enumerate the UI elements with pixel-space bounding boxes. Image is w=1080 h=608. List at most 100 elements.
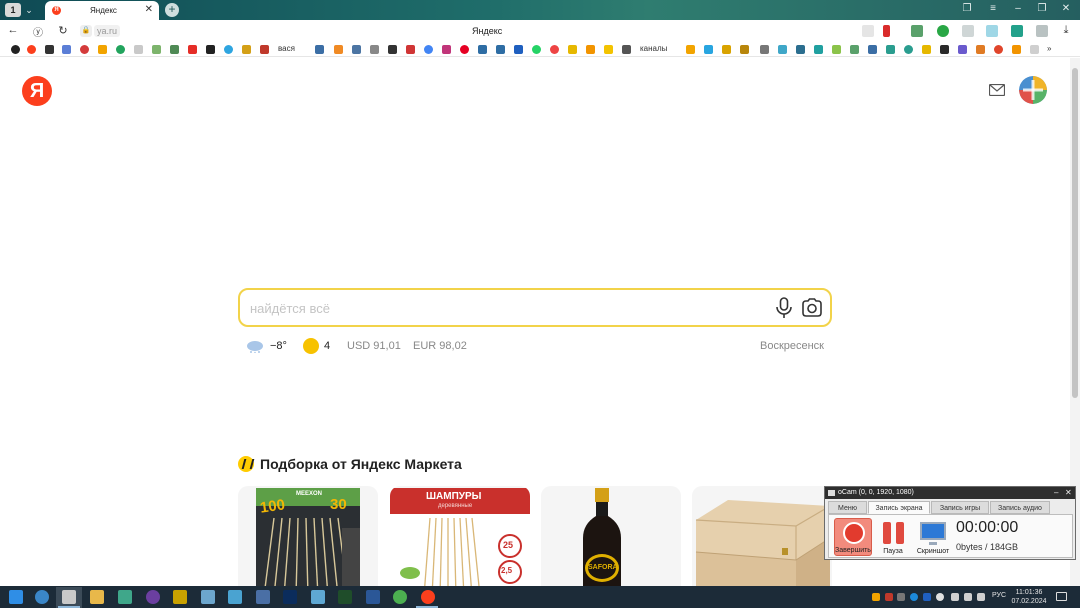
bookmark-favicon-icon[interactable] [334, 45, 343, 54]
search-input[interactable] [250, 298, 750, 318]
bookmark-favicon-icon[interactable] [370, 45, 379, 54]
mail-icon[interactable] [989, 84, 1005, 96]
app-icon[interactable] [118, 590, 132, 604]
product-card[interactable] [692, 486, 832, 586]
bookmark-favicon-icon[interactable] [796, 45, 805, 54]
app-icon[interactable] [201, 590, 215, 604]
photoshop-icon[interactable] [283, 590, 297, 604]
tab-screen-record[interactable]: Запись экрана [868, 501, 930, 514]
new-tab-button[interactable]: + [165, 3, 179, 17]
tray-icon[interactable] [910, 593, 918, 601]
tray-icon[interactable] [885, 593, 893, 601]
chevron-down-icon[interactable]: ⌄ [22, 3, 36, 17]
bookmark-favicon-icon[interactable] [604, 45, 613, 54]
app-icon[interactable] [62, 590, 76, 604]
bookmark-favicon-icon[interactable] [568, 45, 577, 54]
bookmark-favicon-icon[interactable] [622, 45, 631, 54]
usd-rate[interactable]: USD 91,01 [347, 340, 401, 352]
ocam-title-bar[interactable]: oCam (0, 0, 1920, 1080) – ✕ [825, 487, 1075, 499]
camera-search-icon[interactable] [801, 298, 823, 318]
tray-icon[interactable] [936, 593, 944, 601]
bookmark-favicon-icon[interactable] [315, 45, 324, 54]
tray-icon[interactable] [923, 593, 931, 601]
bookmark-favicon-icon[interactable] [994, 45, 1003, 54]
bookmark-favicon-icon[interactable] [242, 45, 251, 54]
system-clock[interactable]: 11:01:36 07.02.2024 [1010, 588, 1048, 606]
bookmark-favicon-icon[interactable] [850, 45, 859, 54]
bookmark-favicon-icon[interactable] [686, 45, 695, 54]
bookmark-favicon-icon[interactable] [704, 45, 713, 54]
share-icon[interactable] [962, 25, 974, 37]
bookmark-favicon-icon[interactable] [442, 45, 451, 54]
minimize-icon[interactable]: – [1054, 487, 1058, 499]
app-icon[interactable] [311, 590, 325, 604]
avatar[interactable] [1019, 76, 1047, 104]
app-icon[interactable] [366, 590, 380, 604]
traffic-icon[interactable] [303, 338, 319, 354]
input-language[interactable]: РУС [992, 592, 1006, 599]
microphone-icon[interactable] [774, 297, 794, 319]
tab-menu[interactable]: Меню [828, 501, 867, 514]
temperature[interactable]: −8° [270, 340, 287, 352]
bookmark-favicon-icon[interactable] [1030, 45, 1039, 54]
dreamweaver-icon[interactable] [338, 590, 352, 604]
bookmark-favicon-icon[interactable] [904, 45, 913, 54]
market-section-title[interactable]: Подборка от Яндекс Маркета [238, 456, 462, 472]
tab-game-record[interactable]: Запись игры [931, 501, 989, 514]
bookmark-favicon-icon[interactable] [976, 45, 985, 54]
bookmark-favicon-icon[interactable] [496, 45, 505, 54]
screenshot-button[interactable]: Скриншот [914, 518, 952, 556]
extension-icon[interactable] [911, 25, 923, 37]
bookmark-favicon-icon[interactable] [886, 45, 895, 54]
bookmark-folder-label[interactable]: вася [278, 44, 295, 53]
vpn-icon[interactable] [1011, 25, 1023, 37]
bookmark-favicon-icon[interactable] [80, 45, 89, 54]
restore-icon[interactable]: ❐ [1035, 3, 1049, 14]
youtube-icon[interactable] [188, 45, 197, 54]
product-card[interactable]: MEEXON 100 30 [238, 486, 378, 586]
chrome-icon[interactable] [393, 590, 407, 604]
yandex-logo[interactable]: Я [22, 76, 52, 106]
tab-audio-record[interactable]: Запись аудио [990, 501, 1050, 514]
bookmark-favicon-icon[interactable] [98, 45, 107, 54]
network-icon[interactable] [951, 593, 959, 601]
bookmarks-overflow-icon[interactable]: » [1047, 44, 1051, 53]
collections-icon[interactable]: ❐ [960, 3, 974, 14]
bookmark-favicon-icon[interactable] [832, 45, 841, 54]
yandex-browser-icon[interactable] [421, 590, 435, 604]
close-window-icon[interactable]: ✕ [1059, 3, 1073, 14]
stop-record-button[interactable]: Завершить [834, 518, 872, 556]
app-icon[interactable] [228, 590, 242, 604]
whatsapp-icon[interactable] [532, 45, 541, 54]
product-card[interactable]: ШАМПУРЫ деревянные 25 2,5 [390, 486, 530, 586]
bookmark-favicon-icon[interactable] [514, 45, 523, 54]
bookmark-favicon-icon[interactable] [922, 45, 931, 54]
bookmark-favicon-icon[interactable] [1012, 45, 1021, 54]
pinterest-icon[interactable] [460, 45, 469, 54]
close-tab-icon[interactable]: ✕ [145, 4, 153, 15]
bookmark-favicon-icon[interactable] [11, 45, 20, 54]
pause-button[interactable]: Пауза [874, 518, 912, 556]
yandex-shield-icon[interactable]: ⓨ [31, 24, 45, 39]
bookmark-favicon-icon[interactable] [868, 45, 877, 54]
scrollbar-thumb[interactable] [1072, 68, 1078, 398]
bookmark-favicon-icon[interactable] [586, 45, 595, 54]
menu-icon[interactable]: ≡ [986, 3, 1000, 14]
lock-icon[interactable]: 🔒 [80, 25, 92, 37]
bookmark-favicon-icon[interactable] [260, 45, 269, 54]
notifications-icon[interactable] [1056, 592, 1067, 601]
bookmark-favicon-icon[interactable] [224, 45, 233, 54]
reload-icon[interactable]: ↻ [56, 24, 70, 37]
bookmark-favicon-icon[interactable] [478, 45, 487, 54]
volume-icon[interactable] [964, 593, 972, 601]
back-icon[interactable]: ← [6, 24, 20, 36]
city-name[interactable]: Воскресенск [760, 340, 824, 352]
bookmark-favicon-icon[interactable] [27, 45, 36, 54]
bookmark-favicon-icon[interactable] [388, 45, 397, 54]
battery-icon[interactable] [977, 593, 985, 601]
bookmark-favicon-icon[interactable] [152, 45, 161, 54]
address-bar[interactable]: ya.ru [94, 25, 121, 37]
bookmark-favicon-icon[interactable] [778, 45, 787, 54]
bookmark-favicon-icon[interactable] [940, 45, 949, 54]
bookmark-favicon-icon[interactable] [206, 45, 215, 54]
